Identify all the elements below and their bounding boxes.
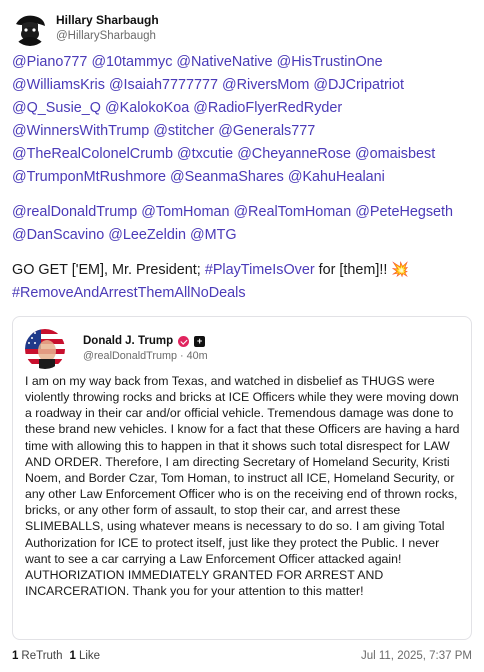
- mentions-block-leaders: @realDonaldTrump @TomHoman @RealTomHoman…: [12, 201, 474, 247]
- mention-link[interactable]: @CheyanneRose: [237, 146, 351, 162]
- hashtag-playtimeisover[interactable]: #PlayTimeIsOver: [205, 262, 315, 278]
- mentions-line: @Piano777 @10tammyc @NativeNative @HisTr…: [12, 51, 474, 74]
- mention-link[interactable]: @stitcher: [153, 123, 214, 139]
- collision-emoji-icon: 💥: [391, 262, 410, 278]
- hashtag-removeandarrest[interactable]: #RemoveAndArrestThemAllNoDeals: [12, 285, 246, 301]
- quoted-post-meta: @realDonaldTrump · 40m: [83, 350, 208, 362]
- mention-link[interactable]: @realDonaldTrump: [12, 204, 137, 220]
- mention-link[interactable]: @WilliamsKris: [12, 77, 105, 93]
- mentions-line: @DanScavino @LeeZeldin @MTG: [12, 224, 474, 247]
- like-stat[interactable]: 1 Like: [70, 648, 101, 664]
- quoted-post-time: 40m: [186, 350, 208, 362]
- retruth-count: 1: [12, 650, 19, 662]
- quoted-author-name[interactable]: Donald J. Trump: [83, 334, 173, 349]
- mention-link[interactable]: @DJCripatriot: [313, 77, 404, 93]
- mention-link[interactable]: @KalokoKoa: [105, 100, 189, 116]
- verified-badge-icon: [178, 336, 190, 347]
- post-message: GO GET ['EM], Mr. President; #PlayTimeIs…: [12, 259, 474, 305]
- mention-link[interactable]: @MTG: [190, 227, 237, 243]
- mention-link[interactable]: @RadioFlyerRedRyder: [193, 100, 342, 116]
- mention-link[interactable]: @NativeNative: [176, 54, 272, 70]
- mention-link[interactable]: @Piano777: [12, 54, 87, 70]
- post-body: @Piano777 @10tammyc @NativeNative @HisTr…: [12, 51, 474, 305]
- like-label: Like: [78, 650, 101, 662]
- quoted-author-handle[interactable]: @realDonaldTrump: [83, 350, 177, 362]
- message-text-before: GO GET ['EM], Mr. President;: [12, 262, 205, 278]
- mentions-line: @WinnersWithTrump @stitcher @Generals777: [12, 120, 474, 143]
- author-avatar-image: [12, 10, 48, 46]
- mention-link[interactable]: @TomHoman: [141, 204, 229, 220]
- retruth-stat[interactable]: 1 ReTruth: [12, 648, 63, 664]
- mention-link[interactable]: @txcutie: [177, 146, 233, 162]
- mention-link[interactable]: @RiversMom: [222, 77, 309, 93]
- mention-link[interactable]: @10tammyc: [91, 54, 172, 70]
- mentions-line: @TheRealColonelCrumb @txcutie @CheyanneR…: [12, 143, 474, 166]
- mention-link[interactable]: @Generals777: [218, 123, 315, 139]
- quoted-post-text: I am on my way back from Texas, and watc…: [25, 374, 460, 599]
- mentions-line: @Q_Susie_Q @KalokoKoa @RadioFlyerRedRyde…: [12, 97, 474, 120]
- mention-link[interactable]: @RealTomHoman: [233, 204, 351, 220]
- mentions-line: @TrumponMtRushmore @SeanmaShares @KahuHe…: [12, 166, 474, 189]
- post-stats: 1 ReTruth 1 Like: [12, 648, 100, 664]
- plus-badge-icon: +: [194, 336, 206, 347]
- mentions-line: @WilliamsKris @Isaiah7777777 @RiversMom …: [12, 74, 474, 97]
- mention-link[interactable]: @HisTrustinOne: [277, 54, 383, 70]
- mention-link[interactable]: @TrumponMtRushmore: [12, 169, 166, 185]
- author-avatar[interactable]: [12, 10, 48, 46]
- mention-link[interactable]: @PeteHegseth: [355, 204, 453, 220]
- mentions-block: @Piano777 @10tammyc @NativeNative @HisTr…: [12, 51, 474, 189]
- mention-link[interactable]: @LeeZeldin: [108, 227, 186, 243]
- post-timestamp[interactable]: Jul 11, 2025, 7:37 PM: [361, 648, 472, 664]
- author-handle[interactable]: @HillarySharbaugh: [56, 28, 159, 44]
- post-author[interactable]: Hillary Sharbaugh @HillarySharbaugh: [12, 8, 159, 48]
- like-count: 1: [69, 650, 76, 662]
- mention-link[interactable]: @Q_Susie_Q: [12, 100, 101, 116]
- flag-avatar-image: [25, 329, 65, 369]
- message-text-after: for [them]!!: [314, 262, 392, 278]
- mention-link[interactable]: @TheRealColonelCrumb: [12, 146, 173, 162]
- mentions-line: @realDonaldTrump @TomHoman @RealTomHoman…: [12, 201, 474, 224]
- quoted-author-avatar[interactable]: [25, 329, 65, 369]
- author-name[interactable]: Hillary Sharbaugh: [56, 13, 159, 28]
- quoted-post[interactable]: Donald J. Trump + @realDonaldTrump · 40m…: [12, 316, 472, 640]
- retruth-label: ReTruth: [21, 650, 63, 662]
- mention-link[interactable]: @SeanmaShares: [170, 169, 284, 185]
- quoted-post-header: Donald J. Trump + @realDonaldTrump · 40m: [25, 329, 208, 369]
- mention-link[interactable]: @KahuHealani: [288, 169, 385, 185]
- mention-link[interactable]: @omaisbest: [355, 146, 435, 162]
- mention-link[interactable]: @DanScavino: [12, 227, 104, 243]
- mention-link[interactable]: @WinnersWithTrump: [12, 123, 149, 139]
- post-card: Hillary Sharbaugh @HillarySharbaugh @Pia…: [0, 0, 484, 672]
- mention-link[interactable]: @Isaiah7777777: [109, 77, 218, 93]
